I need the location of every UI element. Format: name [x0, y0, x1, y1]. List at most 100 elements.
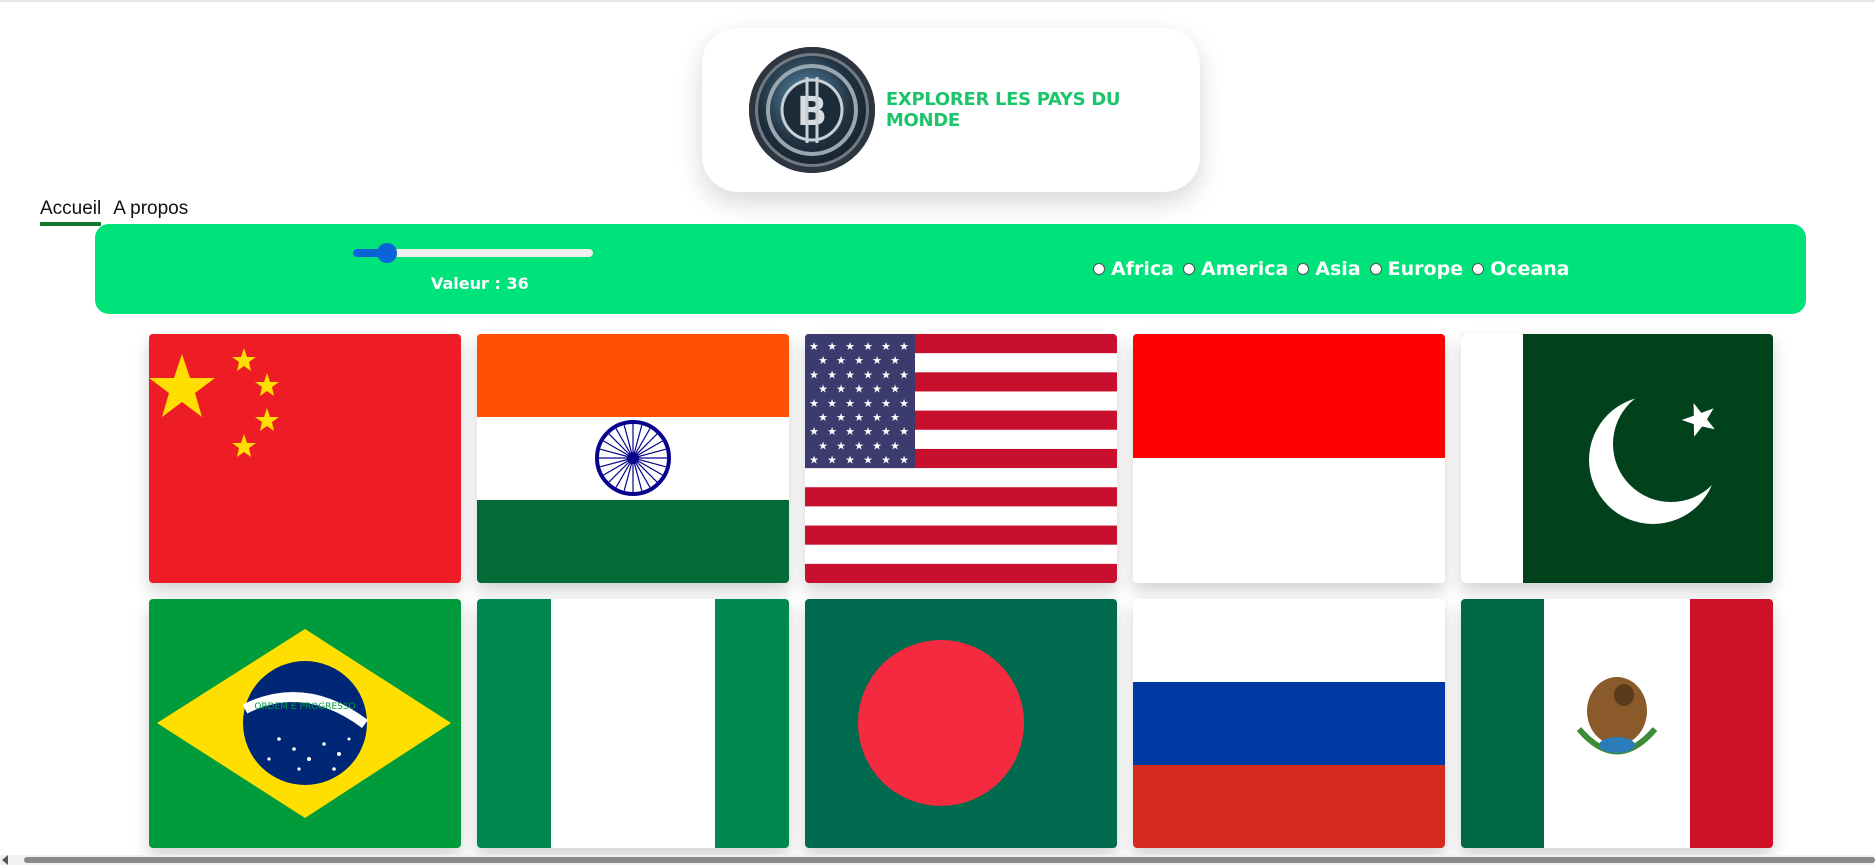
svg-text:★: ★ [827, 340, 837, 353]
indonesia-flag-icon [1133, 334, 1445, 583]
svg-text:★: ★ [827, 454, 837, 467]
slider-thumb[interactable] [377, 243, 397, 263]
svg-text:★: ★ [890, 439, 900, 452]
svg-text:★: ★ [845, 454, 855, 467]
radio-button[interactable] [1182, 263, 1195, 275]
svg-text:★: ★ [854, 411, 864, 424]
china-flag-icon [149, 334, 461, 583]
nav-link-accueil[interactable]: Accueil [40, 198, 102, 226]
scrollbar-thumb[interactable] [24, 857, 1875, 863]
radio-label: Oceana [1490, 258, 1570, 280]
page-title: EXPLORER LES PAYS DU MONDE [885, 89, 1121, 131]
svg-text:★: ★ [881, 368, 891, 381]
svg-text:★: ★ [863, 425, 873, 438]
pakistan-flag-icon [1461, 334, 1773, 583]
svg-text:★: ★ [827, 425, 837, 438]
radio-label: Africa [1111, 258, 1174, 280]
nigeria-flag-icon [477, 599, 789, 848]
svg-text:★: ★ [872, 354, 882, 367]
radio-america[interactable]: America [1182, 258, 1289, 280]
russia-flag-icon [1133, 599, 1445, 848]
nav-link-a-propos[interactable]: A propos [113, 198, 188, 226]
svg-text:★: ★ [854, 439, 864, 452]
svg-text:★: ★ [863, 454, 873, 467]
horizontal-scrollbar[interactable] [0, 855, 1875, 865]
flag-card-indonesia[interactable] [1133, 334, 1445, 583]
svg-text:★: ★ [863, 368, 873, 381]
top-nav: Accueil A propos [40, 198, 188, 226]
svg-text:★: ★ [899, 425, 909, 438]
radio-label: America [1200, 258, 1289, 280]
svg-text:★: ★ [899, 368, 909, 381]
mexico-flag-icon [1461, 599, 1773, 848]
svg-text:★: ★ [881, 454, 891, 467]
svg-text:★: ★ [845, 368, 855, 381]
svg-text:★: ★ [881, 340, 891, 353]
bangladesh-flag-icon [805, 599, 1117, 848]
bitcoin-logo-icon: B [749, 47, 875, 173]
svg-text:★: ★ [836, 411, 846, 424]
svg-text:★: ★ [809, 340, 819, 353]
scroll-left-arrow-icon[interactable] [2, 855, 8, 865]
svg-text:★: ★ [836, 354, 846, 367]
flag-card-india[interactable] [477, 334, 789, 583]
header-card: B EXPLORER LES PAYS DU MONDE [702, 28, 1200, 192]
radio-europe[interactable]: Europe [1369, 258, 1464, 280]
svg-text:★: ★ [881, 425, 891, 438]
flag-card-china[interactable] [149, 334, 461, 583]
svg-text:★: ★ [836, 383, 846, 396]
radio-label: Europe [1387, 258, 1464, 280]
svg-text:★: ★ [809, 397, 819, 410]
svg-text:★: ★ [818, 411, 828, 424]
radio-label: Asia [1315, 258, 1361, 280]
brazil-flag-icon: ORDEM E PROGRESSO [149, 599, 461, 848]
svg-text:★: ★ [845, 425, 855, 438]
svg-text:★: ★ [890, 383, 900, 396]
svg-text:★: ★ [809, 454, 819, 467]
slider-value-label: Valeur : 36 [431, 274, 529, 293]
region-radio-group: Africa America Asia Europe Oceana [1093, 258, 1579, 280]
flag-card-pakistan[interactable] [1461, 334, 1773, 583]
flag-card-russia[interactable] [1133, 599, 1445, 848]
filter-bar: Valeur : 36 Africa America Asia Europe O… [95, 224, 1806, 314]
svg-text:★: ★ [827, 368, 837, 381]
svg-text:★: ★ [854, 383, 864, 396]
radio-button[interactable] [1472, 263, 1485, 275]
usa-flag-icon: ★ ★ ★ ★ ★ ★★ ★ ★ ★ ★★ ★ ★ ★ ★ ★★ ★ ★ ★ ★★ ★ ★ ★ ★ ★★ ★ ★ ★ ★★ ★ ★ ★ ★ ★★… [805, 334, 1117, 583]
india-flag-icon [477, 334, 789, 583]
flags-grid: ★ ★ ★ ★ ★ ★ ★ ★ ★ ★ ★ ★ ★ ★ ★ ★ ★ ★ ★ ★ ★ ★ ★ ★ ★ ★ ★ ★ ★ ★ ★ ★ ★ ★ ★ ★ ★ ★ ★ ★… [149, 334, 1773, 848]
brazil-motto: ORDEM E PROGRESSO [254, 702, 355, 712]
svg-text:★: ★ [890, 354, 900, 367]
flag-card-nigeria[interactable] [477, 599, 789, 848]
svg-text:★: ★ [818, 439, 828, 452]
svg-text:★: ★ [845, 340, 855, 353]
radio-africa[interactable]: Africa [1093, 258, 1174, 280]
svg-text:★: ★ [809, 368, 819, 381]
svg-text:★: ★ [854, 354, 864, 367]
svg-text:★: ★ [899, 397, 909, 410]
svg-text:B: B [797, 89, 828, 135]
svg-text:★: ★ [827, 397, 837, 410]
radio-oceana[interactable]: Oceana [1472, 258, 1570, 280]
flag-card-mexico[interactable] [1461, 599, 1773, 848]
svg-text:★: ★ [818, 383, 828, 396]
radio-button[interactable] [1369, 263, 1382, 275]
svg-text:★: ★ [863, 397, 873, 410]
svg-text:★: ★ [818, 354, 828, 367]
svg-text:★: ★ [899, 454, 909, 467]
svg-text:★: ★ [836, 439, 846, 452]
radio-button[interactable] [1297, 263, 1310, 275]
flag-card-bangladesh[interactable] [805, 599, 1117, 848]
svg-text:★: ★ [881, 397, 891, 410]
radio-button[interactable] [1093, 263, 1105, 275]
svg-text:★: ★ [845, 397, 855, 410]
flag-card-brazil[interactable]: ORDEM E PROGRESSO [149, 599, 461, 848]
svg-text:★: ★ [872, 439, 882, 452]
svg-text:★: ★ [809, 425, 819, 438]
radio-asia[interactable]: Asia [1297, 258, 1361, 280]
svg-text:★: ★ [890, 411, 900, 424]
svg-text:★: ★ [872, 383, 882, 396]
svg-text:★: ★ [863, 340, 873, 353]
flag-card-united-states[interactable]: ★ ★ ★ ★ ★ ★ ★ ★ ★ ★ ★ ★ ★ ★ ★ ★ ★ ★ ★ ★ ★ ★ ★ ★ ★ ★ ★ ★ ★ ★ ★ ★ ★ ★ ★ ★ ★ ★ ★ ★… [805, 334, 1117, 583]
svg-text:★: ★ [899, 340, 909, 353]
